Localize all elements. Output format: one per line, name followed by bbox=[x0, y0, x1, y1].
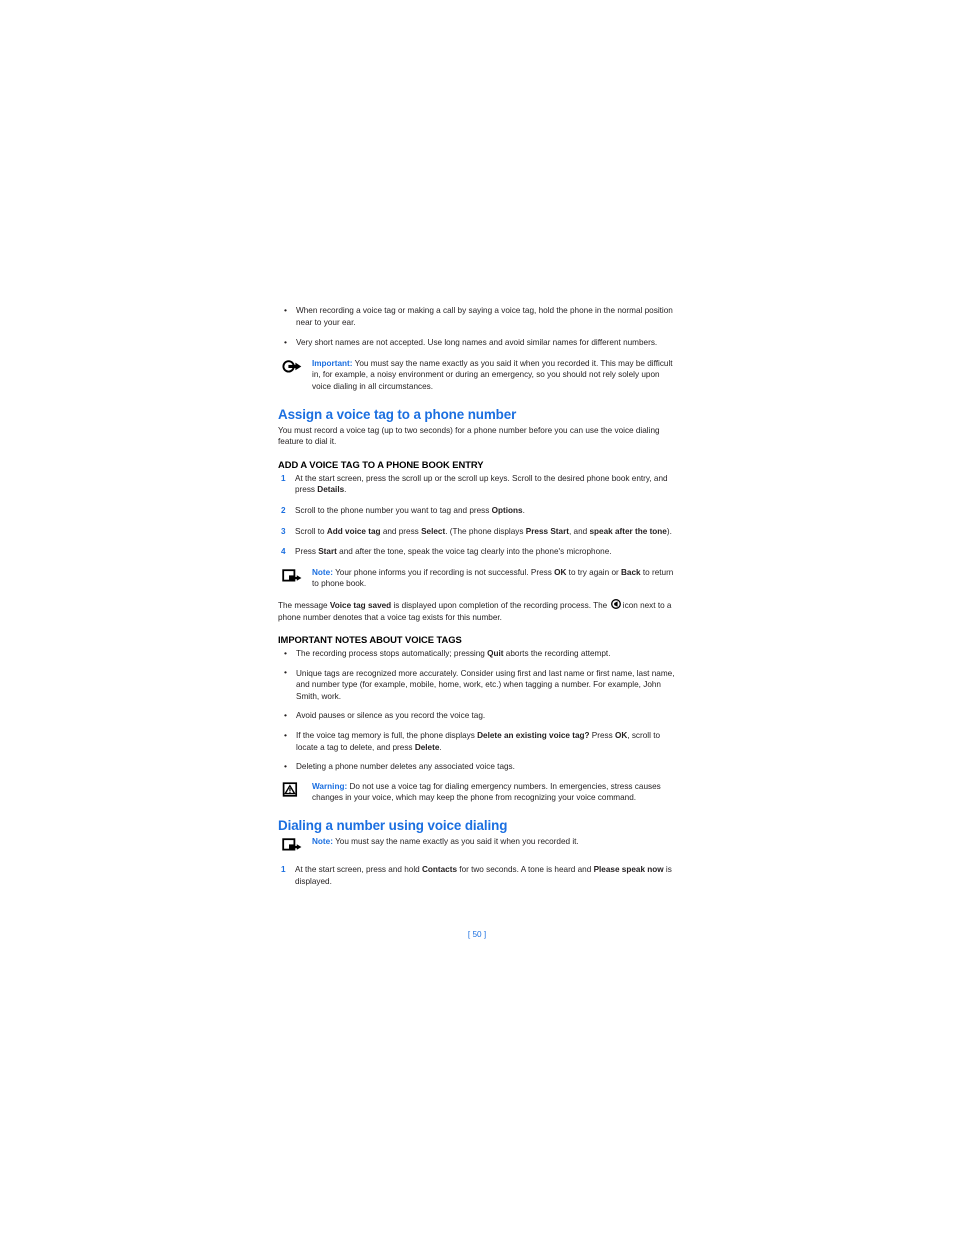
bullet-text: Unique tags are recognized more accurate… bbox=[296, 668, 675, 701]
bullet-text: The recording process stops automaticall… bbox=[296, 649, 611, 659]
warning-triangle-icon bbox=[282, 782, 302, 797]
page-content: When recording a voice tag or making a c… bbox=[278, 304, 680, 896]
important-notes-bullet-list: The recording process stops automaticall… bbox=[278, 648, 680, 773]
list-item: Avoid pauses or silence as you record th… bbox=[278, 710, 680, 722]
add-voice-tag-steps: 1 At the start screen, press the scroll … bbox=[278, 473, 680, 558]
note-square-arrow-icon bbox=[282, 568, 302, 583]
list-item: When recording a voice tag or making a c… bbox=[278, 304, 680, 328]
list-item: Very short names are not accepted. Use l… bbox=[278, 337, 680, 349]
page-number: [ 50 ] bbox=[467, 930, 487, 939]
step-text: At the start screen, press the scroll up… bbox=[295, 473, 668, 495]
page-footer: [ 50 ] bbox=[0, 930, 954, 939]
note-square-arrow-icon bbox=[282, 837, 302, 852]
subheading-important-notes: IMPORTANT NOTES ABOUT VOICE TAGS bbox=[278, 634, 462, 646]
bullet-text: Avoid pauses or silence as you record th… bbox=[296, 711, 486, 721]
important-callout: Important: You must say the name exactly… bbox=[278, 358, 680, 393]
note-callout-dialing: Note: You must say the name exactly as y… bbox=[278, 836, 680, 852]
note-callout-recording: Note: Your phone informs you if recordin… bbox=[278, 567, 680, 590]
note-label: Note: bbox=[312, 837, 333, 847]
voice-dialing-steps: 1 At the start screen, press and hold Co… bbox=[278, 864, 680, 887]
warning-text: Do not use a voice tag for dialing emerg… bbox=[312, 781, 661, 803]
list-item: 2 Scroll to the phone number you want to… bbox=[278, 505, 680, 517]
step-number: 3 bbox=[281, 526, 286, 536]
important-hand-arrow-icon bbox=[282, 359, 302, 374]
step-number: 1 bbox=[281, 473, 286, 483]
note-text: You must say the name exactly as you sai… bbox=[335, 837, 579, 847]
voice-tag-saved-paragraph: The message Voice tag saved is displayed… bbox=[278, 598, 672, 622]
bullet-text: If the voice tag memory is full, the pho… bbox=[296, 731, 661, 752]
note-callout-body: Note: Your phone informs you if recordin… bbox=[312, 567, 680, 590]
list-item: 3 Scroll to Add voice tag and press Sele… bbox=[278, 526, 680, 538]
note-callout-body: Note: You must say the name exactly as y… bbox=[312, 836, 680, 848]
section-heading-assign-voice-tag: Assign a voice tag to a phone number bbox=[278, 406, 517, 422]
list-item: Unique tags are recognized more accurate… bbox=[278, 667, 680, 703]
important-text: You must say the name exactly as you sai… bbox=[312, 358, 673, 391]
step-text: At the start screen, press and hold Cont… bbox=[295, 865, 672, 886]
note-label: Note: bbox=[312, 567, 333, 577]
list-item: 1 At the start screen, press and hold Co… bbox=[278, 864, 680, 887]
list-item: 4 Press Start and after the tone, speak … bbox=[278, 546, 680, 558]
voice-tag-icon bbox=[610, 598, 621, 609]
list-item: The recording process stops automaticall… bbox=[278, 648, 680, 660]
warning-label: Warning: bbox=[312, 781, 348, 791]
bullet-text: Very short names are not accepted. Use l… bbox=[296, 338, 658, 348]
section-heading-dialing-voice: Dialing a number using voice dialing bbox=[278, 818, 508, 834]
step-text: Scroll to the phone number you want to t… bbox=[295, 505, 525, 515]
step-number: 4 bbox=[281, 547, 286, 557]
list-item: 1 At the start screen, press the scroll … bbox=[278, 473, 680, 496]
step-number: 1 bbox=[281, 865, 286, 875]
warning-callout: Warning: Do not use a voice tag for dial… bbox=[278, 781, 680, 804]
important-label: Important: bbox=[312, 358, 353, 368]
list-item: Deleting a phone number deletes any asso… bbox=[278, 761, 680, 773]
important-callout-body: Important: You must say the name exactly… bbox=[312, 358, 680, 393]
step-text: Scroll to Add voice tag and press Select… bbox=[295, 526, 672, 536]
assign-section-intro: You must record a voice tag (up to two s… bbox=[278, 425, 660, 447]
step-number: 2 bbox=[281, 505, 286, 515]
intro-bullet-list: When recording a voice tag or making a c… bbox=[278, 304, 680, 349]
note-text: Your phone informs you if recording is n… bbox=[312, 567, 674, 589]
step-text: Press Start and after the tone, speak th… bbox=[295, 547, 612, 557]
list-item: If the voice tag memory is full, the pho… bbox=[278, 730, 680, 753]
bullet-text: When recording a voice tag or making a c… bbox=[296, 306, 673, 327]
bullet-text: Deleting a phone number deletes any asso… bbox=[296, 762, 515, 772]
subheading-add-voice-tag: ADD A VOICE TAG TO A PHONE BOOK ENTRY bbox=[278, 458, 484, 470]
warning-callout-body: Warning: Do not use a voice tag for dial… bbox=[312, 781, 680, 804]
